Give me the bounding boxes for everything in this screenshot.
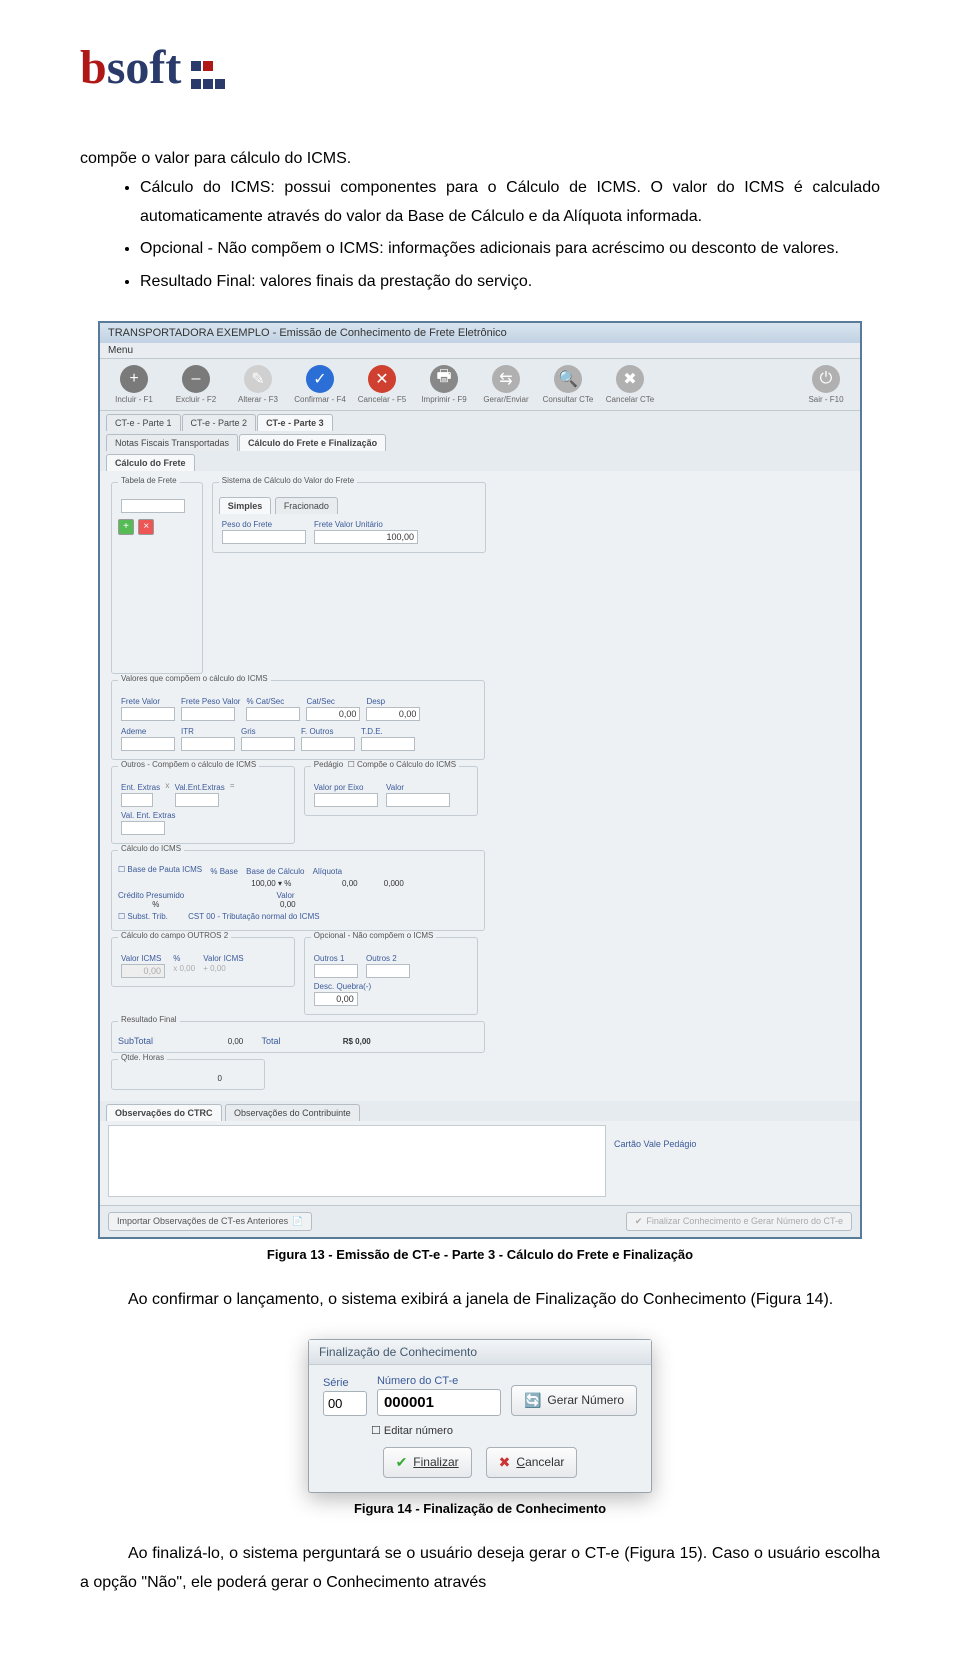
cartao-input[interactable]: [612, 1151, 832, 1165]
window-title: TRANSPORTADORA EXEMPLO - Emissão de Conh…: [100, 323, 860, 343]
group-valores-icms: Valores que compõem o cálculo do ICMS Fr…: [111, 680, 485, 760]
remove-icon[interactable]: ×: [138, 519, 154, 535]
tabs-level-2: Notas Fiscais TransportadasCálculo do Fr…: [100, 431, 860, 451]
tab[interactable]: CT-e - Parte 2: [182, 414, 257, 431]
group-outros2: Cálculo do campo OUTROS 2 Valor ICMS0,00…: [111, 937, 295, 987]
editar-numero-checkbox[interactable]: ☐ Editar número: [371, 1424, 637, 1437]
group-qtde-horas: Qtde. Horas 0: [111, 1059, 265, 1090]
obs-textarea[interactable]: [108, 1125, 606, 1197]
menubar[interactable]: Menu: [100, 343, 860, 359]
toolbar-btn-3[interactable]: ✓Confirmar - F4: [292, 365, 348, 404]
bullet-item: Cálculo do ICMS: possui componentes para…: [140, 174, 880, 232]
group-sistema-calculo: Sistema de Cálculo do Valor do Frete Sim…: [212, 482, 486, 553]
logo-blocks-icon: [190, 59, 226, 95]
serie-label: Série: [323, 1377, 367, 1389]
peso-frete-input[interactable]: [222, 530, 306, 544]
toolbar-btn-7[interactable]: 🔍Consultar CTe: [540, 365, 596, 404]
toolbar-btn-5[interactable]: 🖶Imprimir - F9: [416, 365, 472, 404]
toolbar-btn-4[interactable]: ✕Cancelar - F5: [354, 365, 410, 404]
serie-input[interactable]: 00: [323, 1391, 367, 1416]
toolbar: +Incluir - F1–Excluir - F2✎Alterar - F3✓…: [100, 359, 860, 411]
bullet-item: Opcional - Não compõem o ICMS: informaçõ…: [140, 235, 880, 264]
logo: bsoft: [80, 40, 880, 95]
tabela-frete-search[interactable]: [121, 499, 185, 513]
frete-unitario-input[interactable]: 100,00: [314, 530, 418, 544]
add-icon[interactable]: +: [118, 519, 134, 535]
toolbar-btn-1[interactable]: –Excluir - F2: [168, 365, 224, 404]
tab-obs-contrib[interactable]: Observações do Contribuinte: [225, 1104, 360, 1121]
check-icon: ✔: [396, 1454, 408, 1471]
tab[interactable]: Notas Fiscais Transportadas: [106, 434, 238, 451]
bullet-item: Resultado Final: valores finais da prest…: [140, 268, 880, 297]
tab[interactable]: CT-e - Parte 1: [106, 414, 181, 431]
group-calculo-icms: Cálculo do ICMS ☐ Base de Pauta ICMS % B…: [111, 850, 485, 931]
cancel-icon: ✖: [499, 1454, 511, 1471]
group-opcional: Opcional - Não compõem o ICMS Outros 1 O…: [304, 937, 478, 1015]
screenshot-figura-13: TRANSPORTADORA EXEMPLO - Emissão de Conh…: [98, 321, 862, 1239]
check-icon: ✔: [635, 1216, 643, 1227]
bullet-list: Cálculo do ICMS: possui componentes para…: [80, 174, 880, 297]
tab[interactable]: Cálculo do Frete: [106, 454, 195, 471]
toolbar-btn-2[interactable]: ✎Alterar - F3: [230, 365, 286, 404]
group-resultado: Resultado Final SubTotal 0,00 Total R$ 0…: [111, 1021, 485, 1053]
numero-input[interactable]: 000001: [377, 1389, 501, 1416]
toolbar-btn-9[interactable]: ⏻Sair - F10: [798, 365, 854, 404]
finalizar-button[interactable]: ✔ Finalizar: [383, 1447, 472, 1478]
toolbar-btn-0[interactable]: +Incluir - F1: [106, 365, 162, 404]
toolbar-btn-8[interactable]: ✖Cancelar CTe: [602, 365, 658, 404]
group-outros: Outros - Compõem o cálculo de ICMS Ent. …: [111, 766, 295, 844]
figure-13-caption: Figura 13 - Emissão de CT-e - Parte 3 - …: [80, 1247, 880, 1262]
import-icon: 📄: [292, 1216, 303, 1227]
gerar-numero-button[interactable]: 🔄 Gerar Número: [511, 1385, 637, 1416]
tab-simples[interactable]: Simples: [219, 497, 272, 514]
figure-14-caption: Figura 14 - Finalização de Conhecimento: [80, 1501, 880, 1516]
dialog-title: Finalização de Conhecimento: [309, 1340, 651, 1365]
obs-tabs: Observações do CTRC Observações do Contr…: [100, 1101, 860, 1121]
tabs-level-1: CT-e - Parte 1CT-e - Parte 2CT-e - Parte…: [100, 411, 860, 431]
cartao-label: Cartão Vale Pedágio: [614, 1139, 852, 1149]
paragraph-after-fig13: Ao confirmar o lançamento, o sistema exi…: [80, 1286, 880, 1315]
numero-label: Número do CT-e: [377, 1375, 501, 1387]
refresh-icon: 🔄: [524, 1392, 541, 1409]
screenshot-figura-14: Finalização de Conhecimento Série 00 Núm…: [308, 1339, 652, 1493]
tab[interactable]: Cálculo do Frete e Finalização: [239, 434, 386, 451]
cancelar-button[interactable]: ✖ Cancelar: [486, 1447, 578, 1478]
paragraph-last: Ao finalizá-lo, o sistema perguntará se …: [80, 1540, 880, 1598]
btn-finalizar-cte[interactable]: ✔ Finalizar Conhecimento e Gerar Número …: [626, 1212, 852, 1231]
group-tabela-frete: Tabela de Frete + ×: [111, 482, 203, 674]
intro-continuation: compõe o valor para cálculo do ICMS.: [80, 145, 880, 174]
btn-importar-obs[interactable]: Importar Observações de CT-es Anteriores…: [108, 1212, 312, 1231]
tab-obs-ctrc[interactable]: Observações do CTRC: [106, 1104, 222, 1121]
tab[interactable]: CT-e - Parte 3: [257, 414, 333, 431]
group-pedagio: Pedágio ☐ Compõe o Cálculo do ICMS Valor…: [304, 766, 478, 816]
tab-fracionado[interactable]: Fracionado: [275, 497, 338, 514]
tabs-level-3: Cálculo do Frete: [100, 451, 860, 471]
toolbar-btn-6[interactable]: ⇆Gerar/Enviar: [478, 365, 534, 404]
